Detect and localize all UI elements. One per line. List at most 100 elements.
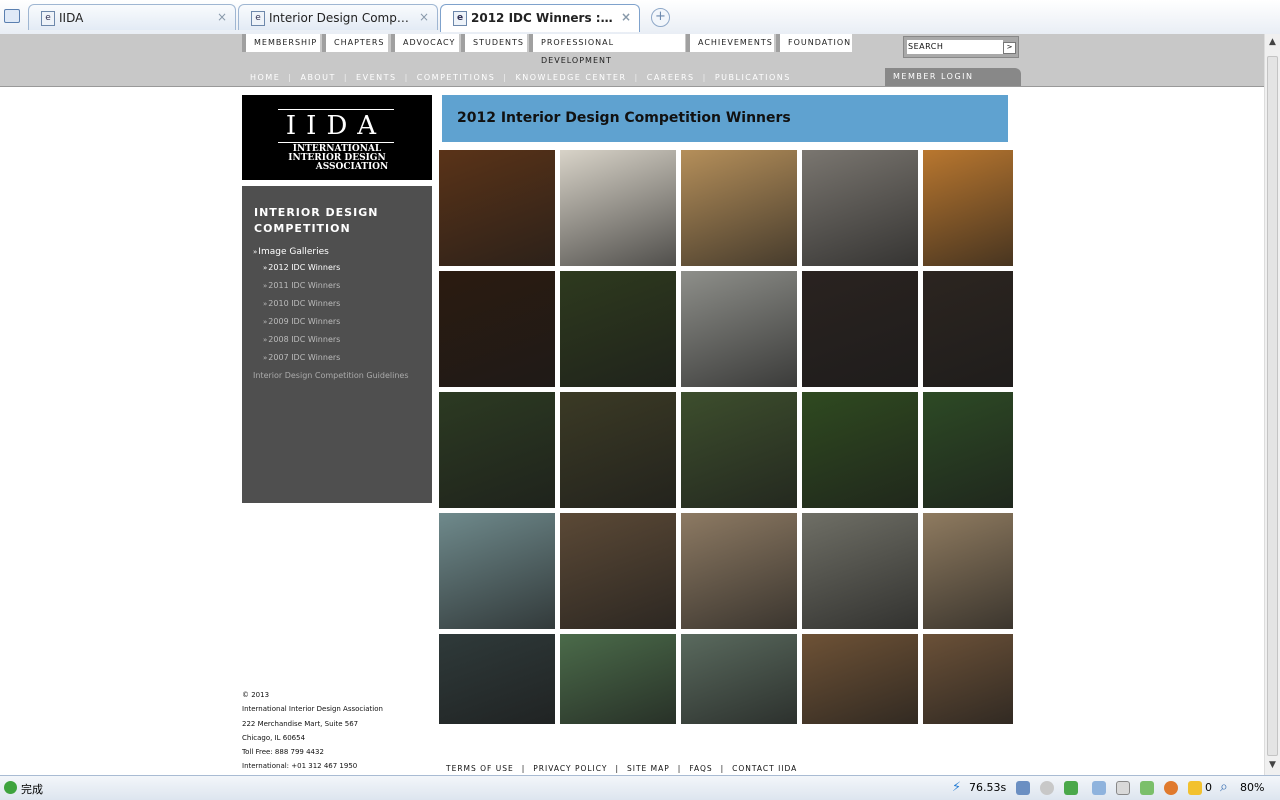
subnav-careers[interactable]: CAREERS <box>647 73 695 82</box>
nav-professional-development[interactable]: PROFESSIONAL DEVELOPMENT <box>529 34 685 65</box>
nav-foundation[interactable]: FOUNDATION <box>776 34 852 52</box>
footer-link-contact[interactable]: CONTACT IIDA <box>732 764 797 773</box>
zoom-level[interactable]: 80% <box>1240 781 1264 794</box>
subnav-home[interactable]: HOME <box>250 73 280 82</box>
gallery-thumbnail[interactable] <box>681 513 797 629</box>
member-login-button[interactable]: MEMBER LOGIN <box>885 68 1021 86</box>
gallery-thumbnail[interactable] <box>560 271 676 387</box>
page-favicon-icon: e <box>251 11 265 26</box>
footer-link-terms[interactable]: TERMS OF USE <box>446 764 514 773</box>
browser-menu-icon[interactable] <box>4 9 20 23</box>
screenshot-icon[interactable] <box>1116 781 1130 795</box>
status-text: 完成 <box>21 783 43 796</box>
footer-link-faqs[interactable]: FAQS <box>689 764 712 773</box>
browser-tab-iida[interactable]: e IIDA × <box>28 4 236 30</box>
nav-membership[interactable]: MEMBERSHIP <box>242 34 320 52</box>
gallery-thumbnail[interactable] <box>923 271 1013 387</box>
subnav-about[interactable]: ABOUT <box>300 73 335 82</box>
page-viewport: MEMBERSHIP CHAPTERS ADVOCACY STUDENTS PR… <box>0 34 1264 775</box>
gallery-thumbnail[interactable] <box>439 271 555 387</box>
gallery-thumbnail[interactable] <box>560 513 676 629</box>
subnav-knowledge-center[interactable]: KNOWLEDGE CENTER <box>516 73 627 82</box>
logo-mark: IIDA <box>278 109 394 143</box>
toll-free-phone: Toll Free: 888 799 4432 <box>242 748 324 757</box>
sidebar: INTERIOR DESIGN COMPETITION »Image Galle… <box>242 186 432 503</box>
gallery-thumbnail[interactable] <box>439 513 555 629</box>
gallery-thumbnail[interactable] <box>681 392 797 508</box>
nav-students[interactable]: STUDENTS <box>461 34 527 52</box>
sidebar-item-2012[interactable]: »2012 IDC Winners <box>263 263 340 272</box>
gallery-thumbnail[interactable] <box>923 634 1013 724</box>
subnav-separator: | <box>702 73 707 82</box>
gallery-thumbnail[interactable] <box>681 271 797 387</box>
volume-icon[interactable] <box>1092 781 1106 795</box>
city-address: Chicago, IL 60654 <box>242 733 306 742</box>
gallery-thumbnail[interactable] <box>681 634 797 724</box>
gallery-thumbnail[interactable] <box>560 392 676 508</box>
gallery-thumbnail[interactable] <box>802 513 918 629</box>
gallery-thumbnail[interactable] <box>560 150 676 266</box>
gallery-thumbnail[interactable] <box>923 392 1013 508</box>
scroll-thumb[interactable] <box>1267 56 1278 756</box>
search-label: SEARCH <box>908 42 944 51</box>
nav-chapters[interactable]: CHAPTERS <box>322 34 388 52</box>
arrow-icon: » <box>263 354 268 362</box>
page-title-banner: 2012 Interior Design Competition Winners <box>438 95 1008 142</box>
mouse-gesture-icon[interactable] <box>1040 781 1054 795</box>
extension-icon[interactable] <box>1164 781 1178 795</box>
subnav-separator: | <box>288 73 293 82</box>
gallery-thumbnail[interactable] <box>439 392 555 508</box>
gallery-thumbnail[interactable] <box>560 634 676 724</box>
shield-icon[interactable] <box>1188 781 1202 795</box>
tab-close-icon[interactable]: × <box>419 10 429 24</box>
browser-tab-idc[interactable]: e Interior Design Competition... × <box>238 4 438 30</box>
gallery-thumbnail[interactable] <box>802 634 918 724</box>
subnav-events[interactable]: EVENTS <box>356 73 397 82</box>
download-icon[interactable] <box>1064 781 1078 795</box>
sidebar-item-image-galleries[interactable]: »Image Galleries <box>253 247 329 257</box>
vertical-scrollbar[interactable]: ▲ ▼ <box>1264 34 1280 775</box>
nav-achievements[interactable]: ACHIEVEMENTS <box>686 34 774 52</box>
gallery-thumbnail[interactable] <box>802 392 918 508</box>
footer-link-sitemap[interactable]: SITE MAP <box>627 764 670 773</box>
tab-close-icon[interactable]: × <box>621 10 631 24</box>
page-favicon-icon: e <box>41 11 55 26</box>
page-title: 2012 Interior Design Competition Winners <box>457 110 791 126</box>
subnav-publications[interactable]: PUBLICATIONS <box>715 73 791 82</box>
sidebar-item-2007[interactable]: »2007 IDC Winners <box>263 353 340 362</box>
gallery-thumbnail[interactable] <box>439 634 555 724</box>
gallery-thumbnail[interactable] <box>923 513 1013 629</box>
footer-address: © 2013 International Interior Design Ass… <box>242 688 383 774</box>
scroll-up-icon[interactable]: ▲ <box>1267 36 1278 49</box>
sidebar-item-2009[interactable]: »2009 IDC Winners <box>263 317 340 326</box>
sidebar-item-2010[interactable]: »2010 IDC Winners <box>263 299 340 308</box>
scroll-down-icon[interactable]: ▼ <box>1267 759 1278 772</box>
footer-link-privacy[interactable]: PRIVACY POLICY <box>533 764 607 773</box>
arrow-icon: » <box>253 248 258 256</box>
arrow-icon: » <box>263 282 268 290</box>
zoom-icon[interactable]: ⌕ <box>1220 779 1228 795</box>
sidebar-item-label: 2012 IDC Winners <box>268 263 341 272</box>
window-icon[interactable] <box>1140 781 1154 795</box>
gallery-thumbnail[interactable] <box>802 150 918 266</box>
logo-line-3: ASSOCIATION <box>315 162 389 172</box>
gallery-thumbnail[interactable] <box>802 271 918 387</box>
footer-separator: | <box>615 764 619 773</box>
subnav-competitions[interactable]: COMPETITIONS <box>417 73 496 82</box>
tab-close-icon[interactable]: × <box>217 10 227 24</box>
search-go-button[interactable]: > <box>1003 42 1016 54</box>
gallery-thumbnail[interactable] <box>681 150 797 266</box>
gallery-thumbnail[interactable] <box>923 150 1013 266</box>
sidebar-item-2011[interactable]: »2011 IDC Winners <box>263 281 340 290</box>
gallery-thumbnail[interactable] <box>439 150 555 266</box>
browser-tab-idc-winners[interactable]: e 2012 IDC Winners : Ima... × <box>440 4 640 32</box>
nav-advocacy[interactable]: ADVOCACY <box>391 34 459 52</box>
sidebar-heading: INTERIOR DESIGN COMPETITION <box>254 206 379 235</box>
tools-icon[interactable] <box>1016 781 1030 795</box>
iida-logo[interactable]: IIDA INTERNATIONAL INTERIOR DESIGN ASSOC… <box>242 95 432 180</box>
browser-tab-strip: e IIDA × e Interior Design Competition..… <box>0 0 1280 35</box>
new-tab-icon[interactable]: + <box>651 8 670 27</box>
sidebar-item-guidelines[interactable]: Interior Design Competition Guidelines <box>253 371 409 380</box>
sidebar-item-2008[interactable]: »2008 IDC Winners <box>263 335 340 344</box>
subnav-separator: | <box>634 73 639 82</box>
